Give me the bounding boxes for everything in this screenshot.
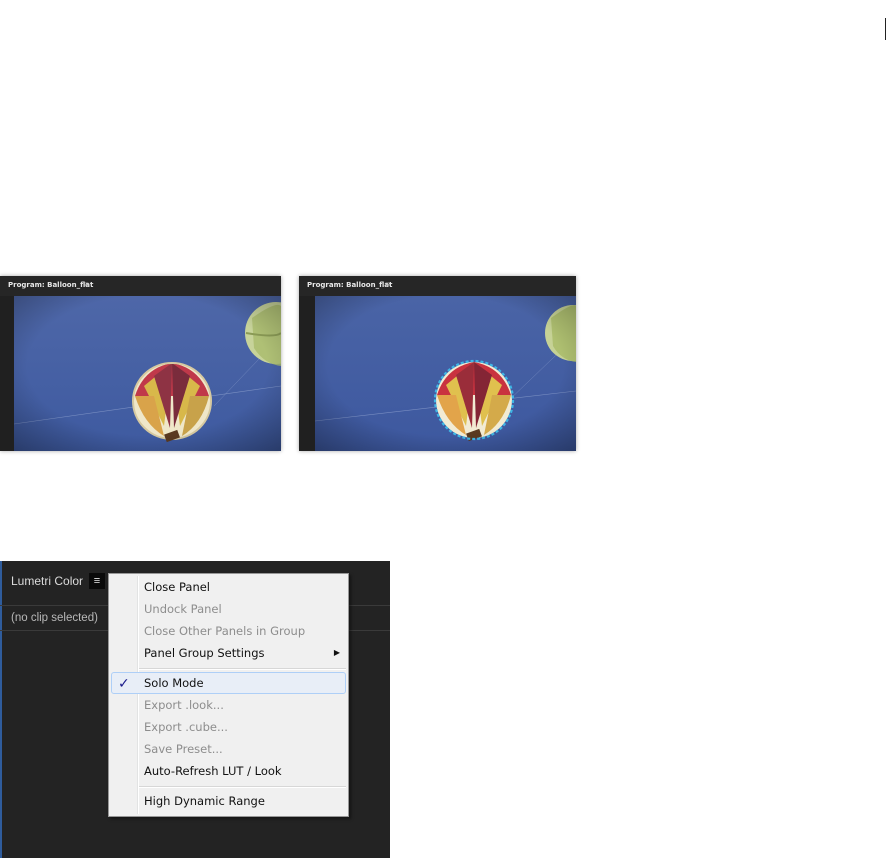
menu-item-export-cube[interactable]: Export .cube... <box>111 716 346 738</box>
menu-item-close-panel[interactable]: Close Panel <box>111 576 346 598</box>
menu-item-auto-refresh-lut[interactable]: Auto-Refresh LUT / Look <box>111 760 346 782</box>
page-edge-rule <box>885 18 886 40</box>
panel-menu-button[interactable]: ≡ <box>89 573 105 589</box>
panel-context-menu: Close Panel Undock Panel Close Other Pan… <box>108 573 349 817</box>
menu-item-close-other-panels[interactable]: Close Other Panels in Group <box>111 620 346 642</box>
menu-item-export-look[interactable]: Export .look... <box>111 694 346 716</box>
balloon-image <box>14 296 281 451</box>
monitor-frame <box>0 296 14 451</box>
checkmark-icon: ✓ <box>118 676 130 692</box>
menu-separator <box>139 786 346 788</box>
clip-status: (no clip selected) <box>11 612 98 624</box>
menu-separator <box>139 668 346 670</box>
submenu-arrow-icon: ▶ <box>333 648 340 657</box>
balloon-video-frame <box>315 296 576 451</box>
panel-tab-title[interactable]: Lumetri Color <box>11 574 83 588</box>
hamburger-icon[interactable]: ≡ <box>385 280 390 289</box>
menu-item-high-dynamic-range[interactable]: High Dynamic Range <box>111 790 346 812</box>
hamburger-icon: ≡ <box>93 575 101 587</box>
monitor-frame <box>299 296 315 451</box>
monitor-title: Program: Balloon_flat <box>8 281 94 289</box>
program-monitor-original: Program: Balloon_flat ≡ <box>0 276 281 451</box>
menu-item-panel-group-settings[interactable]: Panel Group Settings ▶ <box>111 642 346 664</box>
menu-item-undock-panel[interactable]: Undock Panel <box>111 598 346 620</box>
menu-item-save-preset[interactable]: Save Preset... <box>111 738 346 760</box>
balloon-image-masked <box>315 296 576 451</box>
program-monitor-masked: Program: Balloon_flat ≡ <box>299 276 576 451</box>
monitor-header: Program: Balloon_flat ≡ <box>299 276 576 296</box>
balloon-video-frame <box>14 296 281 451</box>
menu-item-solo-mode[interactable]: ✓ Solo Mode <box>111 672 346 694</box>
monitor-header: Program: Balloon_flat ≡ <box>0 276 281 296</box>
hamburger-icon[interactable]: ≡ <box>84 280 89 289</box>
monitor-title: Program: Balloon_flat <box>307 281 393 289</box>
